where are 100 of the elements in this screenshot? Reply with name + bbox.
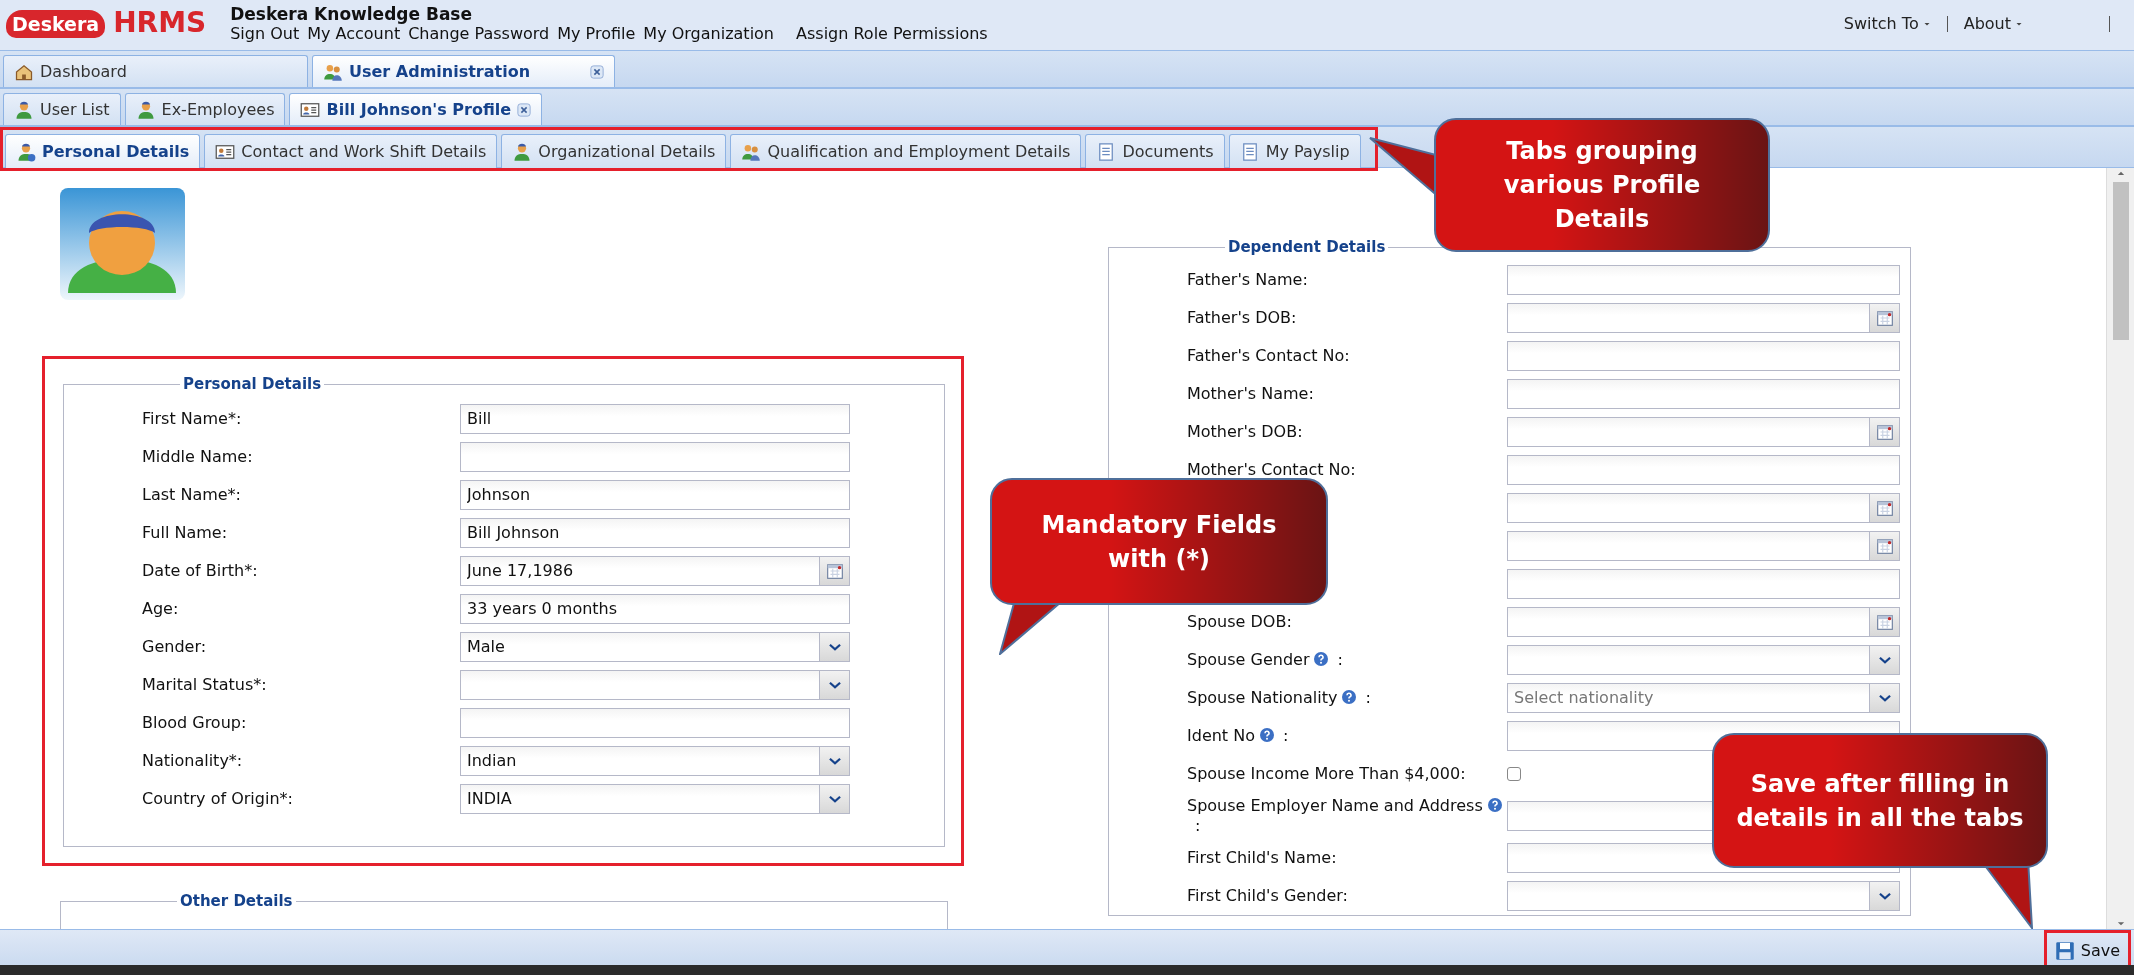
dropdown-field[interactable]: Indian	[460, 746, 820, 776]
calendar-icon	[825, 562, 844, 580]
dropdown-button[interactable]	[1870, 881, 1900, 911]
close-icon[interactable]	[517, 102, 532, 117]
tab[interactable]: Dashboard	[3, 55, 308, 87]
header-link[interactable]: Sign Out	[230, 24, 300, 44]
header-link[interactable]: My Profile	[557, 24, 636, 44]
dropdown-field[interactable]: Male	[460, 632, 820, 662]
date-picker-button[interactable]	[1870, 417, 1900, 447]
header-link[interactable]: My Organization	[643, 24, 774, 44]
close-icon[interactable]	[590, 64, 604, 79]
header-menu[interactable]: Switch To	[1843, 12, 1919, 36]
date-picker-button[interactable]	[1870, 303, 1900, 333]
input-field[interactable]: 33 years 0 months	[460, 594, 850, 624]
dropdown-button[interactable]	[820, 632, 850, 662]
field-label: Spouse Nationality	[1187, 688, 1338, 707]
input-field[interactable]	[1507, 265, 1900, 295]
field-label: Blood Group:	[142, 713, 247, 732]
tab[interactable]: User List	[3, 93, 121, 125]
dropdown-field[interactable]: Select nationality	[1507, 683, 1870, 713]
header-link[interactable]: My Account	[307, 24, 401, 44]
caret-icon	[1922, 20, 1931, 28]
calendar-icon	[1875, 499, 1894, 517]
input-field[interactable]: Bill	[460, 404, 850, 434]
field-label: First Child's Gender:	[1187, 886, 1348, 905]
dropdown-button[interactable]	[1870, 645, 1900, 675]
scroll-thumb[interactable]	[2112, 182, 2129, 340]
input-field[interactable]: Johnson	[460, 480, 850, 510]
header-menu[interactable]: About	[1963, 12, 2011, 36]
tab[interactable]: Organizational Details	[501, 134, 727, 168]
field-label: Full Name:	[142, 523, 228, 542]
date-field[interactable]	[1507, 417, 1870, 447]
date-picker-button[interactable]	[1870, 607, 1900, 637]
dropdown-button[interactable]	[1870, 683, 1900, 713]
input-field[interactable]	[460, 442, 850, 472]
field-label: Spouse DOB:	[1187, 612, 1292, 631]
tab[interactable]: Documents	[1085, 134, 1225, 168]
field-label: Date of Birth*:	[142, 561, 258, 580]
input-field[interactable]	[1507, 341, 1900, 371]
input-field[interactable]	[460, 708, 850, 738]
checkbox[interactable]	[1507, 767, 1521, 781]
field-label: :	[1337, 650, 1343, 669]
date-picker-button[interactable]	[1870, 531, 1900, 561]
date-field[interactable]	[1507, 531, 1870, 561]
person-icon	[16, 141, 36, 162]
tab[interactable]: My Payslip	[1228, 134, 1361, 168]
dropdown-button[interactable]	[820, 746, 850, 776]
input-field[interactable]	[1507, 569, 1900, 599]
field-label: Spouse Income More Than $4,000:	[1187, 764, 1466, 783]
fieldset-legend: Personal Details	[180, 377, 325, 392]
field-label: Age:	[142, 599, 179, 618]
field-label: Ident No	[1187, 726, 1255, 745]
tab[interactable]: Ex-Employees	[124, 93, 286, 125]
field-label: First Child's Name:	[1187, 848, 1337, 867]
tab[interactable]: Qualification and Employment Details	[730, 134, 1082, 168]
dropdown-field[interactable]	[1507, 645, 1870, 675]
fieldset-legend: Dependent Details	[1225, 240, 1389, 255]
dropdown-field[interactable]: INDIA	[460, 784, 820, 814]
date-field[interactable]	[1507, 493, 1870, 523]
fieldset-legend: Other Details	[177, 894, 296, 909]
scrollbar[interactable]	[2106, 168, 2134, 929]
callout-text: Save after filling in details in all the tabs	[1735, 768, 2025, 834]
callout-text: Tabs grouping various Profile Details	[1502, 136, 1702, 235]
calendar-icon	[1875, 537, 1894, 555]
field-label: Last Name*:	[142, 485, 241, 504]
callout-text: Mandatory Fields with (*)	[1040, 509, 1278, 575]
date-picker-button[interactable]	[1870, 493, 1900, 523]
field-label: First Name*:	[142, 409, 242, 428]
tab[interactable]: Bill Johnson's Profile	[289, 93, 543, 125]
dropdown-field[interactable]	[460, 670, 820, 700]
date-field[interactable]	[1507, 607, 1870, 637]
field-label: :	[1283, 726, 1289, 745]
field-label: Father's DOB:	[1187, 308, 1297, 327]
field-label: Mother's DOB:	[1187, 422, 1303, 441]
field-label: Gender:	[142, 637, 207, 656]
date-field[interactable]: June 17,1986	[460, 556, 820, 586]
tab[interactable]: User Administration	[312, 55, 615, 87]
calendar-icon	[1875, 423, 1894, 441]
logo-brand: Deskera	[6, 10, 106, 38]
field-label: Nationality*:	[142, 751, 243, 770]
input-field[interactable]	[1507, 455, 1900, 485]
dropdown-button[interactable]	[820, 784, 850, 814]
tab[interactable]: Personal Details	[5, 134, 201, 168]
field-label: Father's Contact No:	[1187, 346, 1350, 365]
dropdown-button[interactable]	[820, 670, 850, 700]
dropdown-field[interactable]	[1507, 881, 1870, 911]
field-label: Middle Name:	[142, 447, 253, 466]
date-field[interactable]	[1507, 303, 1870, 333]
field-label: :	[1195, 816, 1201, 835]
header-link[interactable]: Change Password	[408, 24, 550, 44]
date-picker-button[interactable]	[820, 556, 850, 586]
header-link[interactable]: Assign Role Permissions	[796, 24, 988, 44]
person-icon	[14, 99, 34, 120]
logo-product: HRMS	[113, 8, 207, 38]
field-label: Mother's Name:	[1187, 384, 1314, 403]
calendar-icon	[1875, 309, 1894, 327]
field-label: :	[1365, 688, 1371, 707]
input-field[interactable]	[1507, 379, 1900, 409]
input-field[interactable]: Bill Johnson	[460, 518, 850, 548]
tab[interactable]: Contact and Work Shift Details	[204, 134, 498, 168]
